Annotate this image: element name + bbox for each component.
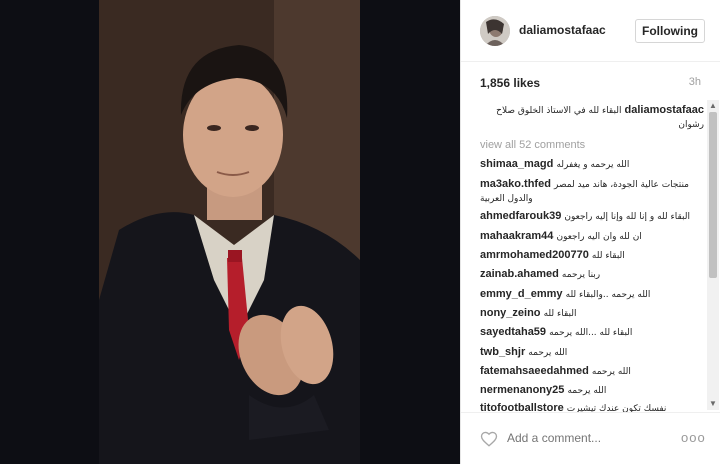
scroll-thumb[interactable] — [709, 112, 717, 278]
comment-item: emmy_d_emmy الله يرحمه ..والبقاء لله — [480, 288, 704, 302]
comment-text: ربنا يرحمه — [561, 270, 601, 280]
comment-text: الله يرحمه و يغفرله — [556, 160, 630, 170]
photo-pane — [0, 0, 460, 464]
comment-item: sayedtaha59 البقاء لله ...الله يرحمه — [480, 326, 704, 340]
comment-username[interactable]: emmy_d_emmy — [480, 288, 563, 300]
comment-text: البقاء لله ...الله يرحمه — [549, 328, 633, 338]
scroll-up-icon[interactable]: ▲ — [707, 100, 719, 112]
comment-text: البقاء لله و إنا لله وإنا إليه راجعون — [564, 212, 690, 222]
comment-username[interactable]: ma3ako.thfed — [480, 178, 551, 190]
comment-text: الله يرحمه — [528, 348, 568, 358]
post-footer: ooo — [461, 412, 720, 464]
comment-username[interactable]: ahmedfarouk39 — [480, 210, 561, 222]
caption: daliamostafaac البقاء لله في الاستاذ الخ… — [480, 104, 704, 132]
post-details-panel: daliamostafaac Following 1,856 likes 3h … — [460, 0, 720, 464]
comment-username[interactable]: shimaa_magd — [480, 158, 553, 170]
comment-item: ma3ako.thfed منتجات عالية الجودة، هاند م… — [480, 178, 704, 206]
comment-item: nony_zeino البقاء لله — [480, 307, 704, 321]
comment-text: الله يرحمه — [591, 367, 631, 377]
view-all-comments-link[interactable]: view all 52 comments — [480, 139, 585, 151]
username-link[interactable]: daliamostafaac — [519, 23, 606, 37]
comment-text: الله يرحمه — [567, 386, 607, 396]
comment-item: amrmohamed200770 البقاء لله — [480, 249, 704, 263]
comment-item: fatemahsaeedahmed الله يرحمه — [480, 365, 704, 379]
heart-icon-svg — [480, 431, 498, 447]
avatar[interactable] — [480, 16, 510, 46]
comment-username[interactable]: nony_zeino — [480, 307, 541, 319]
comments-scrollbar[interactable]: ▲ ▼ — [707, 100, 719, 410]
comment-username[interactable]: fatemahsaeedahmed — [480, 365, 589, 377]
comment-username[interactable]: nermenanony25 — [480, 384, 564, 396]
comment-item: zainab.ahamed ربنا يرحمه — [480, 268, 704, 282]
comment-item: ahmedfarouk39 البقاء لله و إنا لله وإنا … — [480, 210, 704, 224]
comment-item: nermenanony25 الله يرحمه — [480, 384, 704, 398]
comment-username[interactable]: mahaakram44 — [480, 230, 553, 242]
comment-item: titofootballstore نفسك تكون عندك تيشيرت — [480, 402, 704, 412]
comment-username[interactable]: twb_shjr — [480, 346, 525, 358]
post-timestamp: 3h — [688, 76, 701, 88]
more-options-icon[interactable]: ooo — [681, 430, 706, 445]
post-photo[interactable] — [99, 0, 360, 464]
post-photo-portrait — [99, 0, 360, 464]
comment-username[interactable]: sayedtaha59 — [480, 326, 546, 338]
comment-text: البقاء لله — [591, 251, 625, 261]
post-header: daliamostafaac Following — [461, 0, 720, 62]
comment-text: ان لله وان اليه راجعون — [556, 232, 642, 242]
scroll-down-icon[interactable]: ▼ — [707, 398, 719, 410]
likes-count[interactable]: 1,856 likes — [480, 76, 540, 90]
comment-item: shimaa_magd الله يرحمه و يغفرله — [480, 158, 704, 172]
comment-text: البقاء لله — [543, 309, 577, 319]
comment-item: mahaakram44 ان لله وان اليه راجعون — [480, 230, 704, 244]
comment-item: twb_shjr الله يرحمه — [480, 346, 704, 360]
add-comment-input[interactable] — [507, 431, 667, 445]
comment-username[interactable]: zainab.ahamed — [480, 268, 559, 280]
comment-text: نفسك تكون عندك تيشيرت — [566, 404, 667, 412]
comment-username[interactable]: titofootballstore — [480, 402, 564, 412]
caption-username[interactable]: daliamostafaac — [625, 104, 704, 116]
comment-text: الله يرحمه ..والبقاء لله — [565, 290, 651, 300]
following-button[interactable]: Following — [635, 19, 705, 43]
heart-icon[interactable] — [480, 430, 498, 448]
avatar-image — [480, 16, 510, 46]
comment-username[interactable]: amrmohamed200770 — [480, 249, 589, 261]
